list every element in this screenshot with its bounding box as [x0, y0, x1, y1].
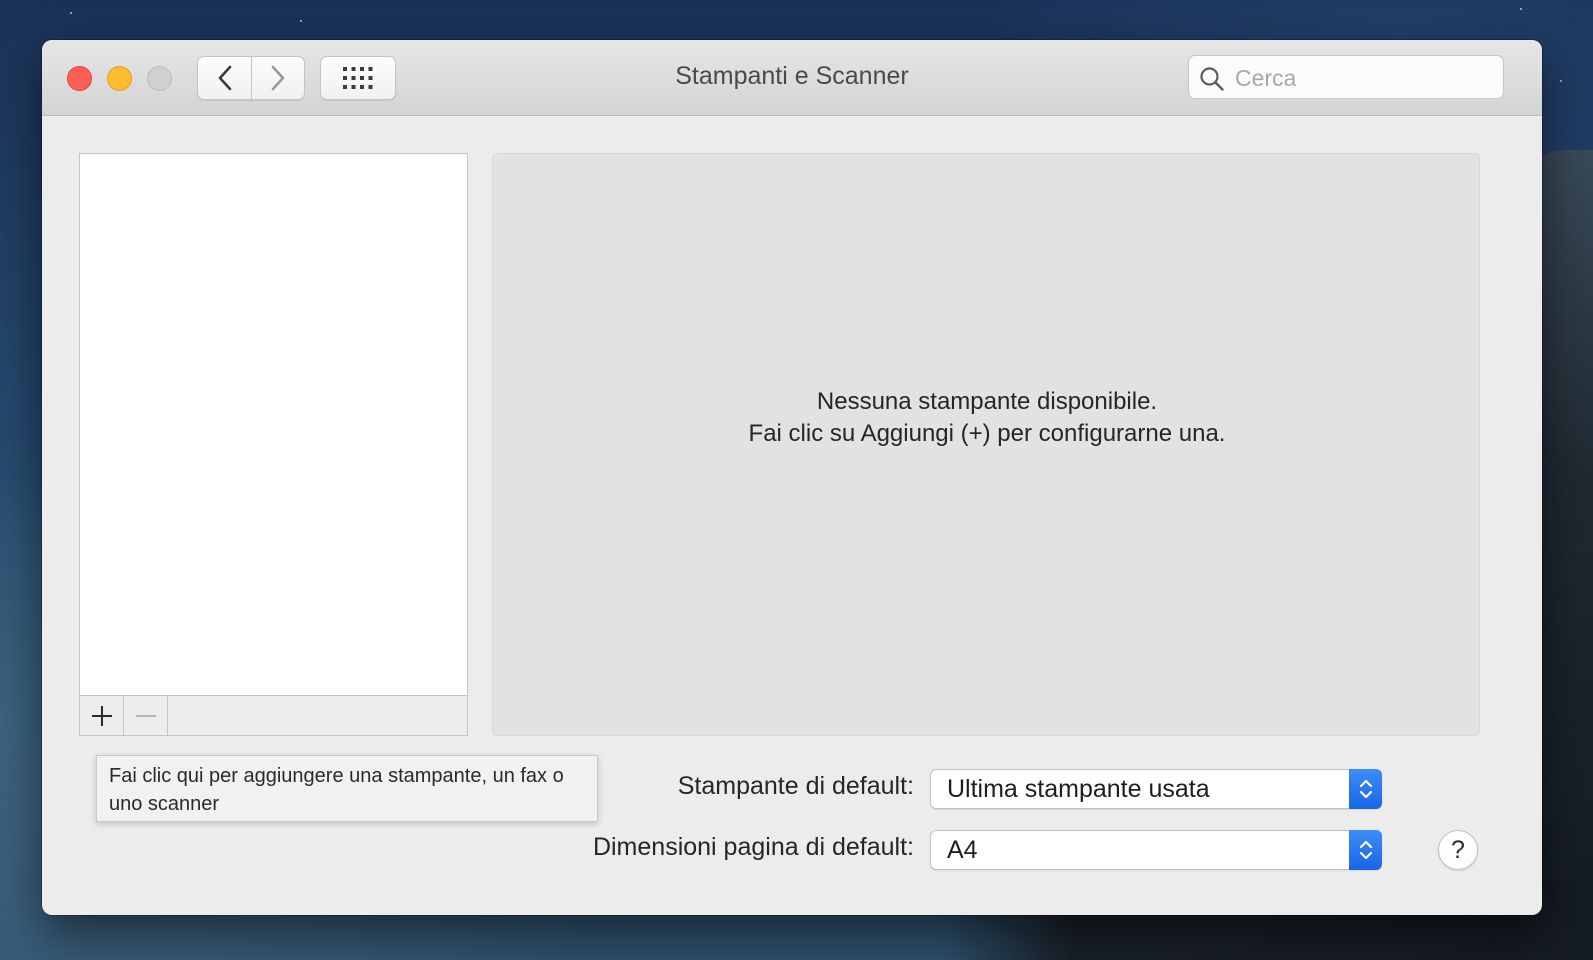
- no-printers-line: Nessuna stampante disponibile.: [816, 388, 1158, 415]
- help-button[interactable]: ?: [1438, 830, 1478, 870]
- default-printer-value: Ultima stampante usata: [947, 775, 1210, 803]
- system-preferences-window: Stampanti e Scanner Nessuna stampante di…: [42, 40, 1542, 915]
- select-stepper: [1349, 769, 1382, 809]
- title-bar: Stampanti e Scanner: [42, 40, 1542, 116]
- up-down-chevron-icon: [1359, 779, 1372, 799]
- up-down-chevron-icon: [1359, 840, 1372, 860]
- add-printer-tooltip: Fai clic qui per aggiungere una stampant…: [96, 755, 598, 822]
- no-printers-message: Nessuna stampante disponibile. Fai clic …: [493, 386, 1481, 450]
- add-printer-hint: Fai clic su Aggiungi (+) per configurarn…: [748, 420, 1226, 447]
- desktop-star: [1520, 8, 1522, 10]
- default-paper-size-value: A4: [947, 836, 978, 864]
- desktop-star: [300, 20, 302, 22]
- select-stepper: [1349, 830, 1382, 870]
- plus-icon: [91, 705, 112, 726]
- add-printer-button[interactable]: [80, 696, 124, 735]
- remove-printer-button: [124, 696, 168, 735]
- search-field[interactable]: [1188, 55, 1504, 100]
- default-paper-size-label: Dimensioni pagina di default:: [592, 833, 914, 861]
- default-paper-size-select[interactable]: A4: [930, 830, 1382, 870]
- printer-list-toolbar: [79, 695, 468, 736]
- minus-icon: [135, 714, 156, 717]
- search-icon: [1200, 67, 1224, 91]
- default-printer-label: Stampante di default:: [677, 772, 914, 800]
- printer-list[interactable]: [79, 153, 468, 696]
- desktop-star: [1560, 80, 1562, 82]
- printer-detail-panel: Nessuna stampante disponibile. Fai clic …: [492, 153, 1480, 736]
- search-input[interactable]: [1233, 56, 1497, 100]
- default-printer-select[interactable]: Ultima stampante usata: [930, 769, 1382, 809]
- desktop-star: [70, 12, 72, 14]
